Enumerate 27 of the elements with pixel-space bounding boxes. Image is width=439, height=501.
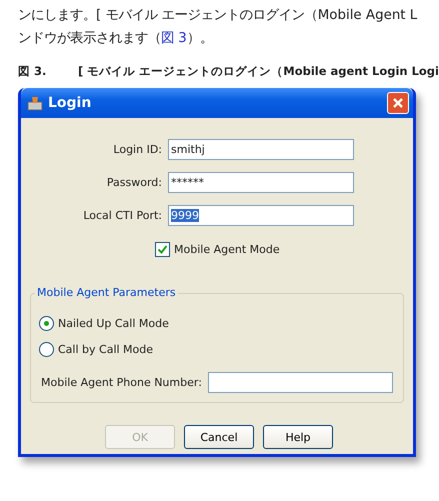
radio-label: Nailed Up Call Mode (58, 316, 169, 330)
close-button[interactable] (387, 92, 409, 114)
input-field[interactable] (208, 372, 393, 393)
input-field[interactable]: 9999 (168, 205, 354, 226)
figure-caption: [ モバイル エージェントのログイン（Mobile agent Login Logi (78, 64, 439, 80)
radio-button[interactable] (39, 316, 54, 330)
paragraph-line: ンドウが表示されます（ (18, 31, 161, 46)
field-label: Login ID: (112, 143, 162, 156)
checkbox-label: Mobile Agent Mode (174, 243, 280, 256)
paragraph-line: ）。 (186, 31, 213, 46)
checkbox[interactable] (155, 242, 170, 257)
group-title: Mobile Agent Parameters (35, 286, 178, 299)
field-label: Password: (106, 176, 162, 189)
input-field[interactable]: ****** (168, 172, 354, 193)
window-title: Login (48, 95, 92, 111)
figure-number: 図 3. (18, 64, 48, 80)
figure-link[interactable]: 図 3 (161, 31, 187, 46)
paragraph-line: ンにします。[ モバイル エージェントのログイン（Mobile Agent L (17, 7, 418, 25)
field-label: Mobile Agent Phone Number: (41, 376, 202, 389)
input-field[interactable]: smithj (168, 139, 354, 160)
dialog-button[interactable]: Cancel (184, 425, 254, 449)
close-icon (392, 97, 404, 109)
field-label: Local CTI Port: (82, 209, 162, 222)
radio-label: Call by Call Mode (58, 342, 154, 356)
dialog-button[interactable]: Help (263, 425, 333, 449)
radio-button[interactable] (39, 342, 54, 356)
app-icon (27, 95, 43, 111)
